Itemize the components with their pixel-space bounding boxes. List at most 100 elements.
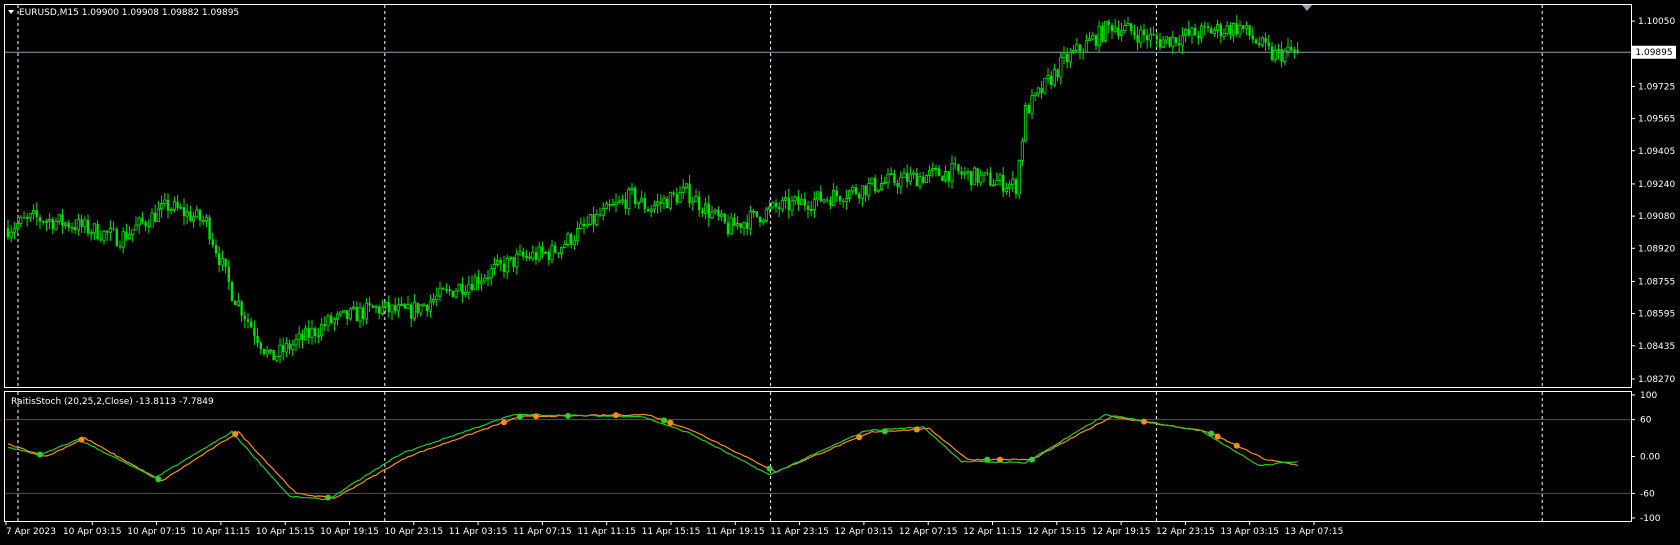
candle-body bbox=[723, 213, 726, 223]
price-tick-label: 1.09565 bbox=[1638, 115, 1675, 125]
stoch-signal-dot bbox=[232, 430, 239, 437]
candle-body bbox=[922, 176, 925, 183]
candle-body bbox=[537, 246, 541, 261]
candle-body bbox=[1097, 25, 1101, 47]
candle-body bbox=[12, 228, 16, 233]
candle-body bbox=[684, 183, 689, 188]
candle-body bbox=[108, 228, 112, 234]
candle-body bbox=[867, 183, 871, 196]
candle-body bbox=[838, 196, 842, 201]
candle-body bbox=[1130, 23, 1133, 32]
candle-body bbox=[307, 328, 310, 338]
candle-body bbox=[634, 188, 637, 204]
candle-body bbox=[883, 182, 887, 184]
candle-body bbox=[348, 308, 353, 320]
candle-body bbox=[1030, 95, 1034, 114]
candle-body bbox=[966, 170, 970, 174]
price-tick-label: 1.08920 bbox=[1638, 244, 1675, 254]
stoch-signal-dot bbox=[1141, 418, 1147, 425]
candle-body bbox=[733, 217, 736, 226]
candle-body bbox=[442, 288, 445, 290]
candle-body bbox=[640, 197, 644, 203]
candle-body bbox=[61, 214, 64, 226]
candle-body bbox=[477, 276, 480, 284]
candle-body bbox=[330, 315, 333, 323]
candle-body bbox=[742, 222, 746, 229]
stoch-signal-dot bbox=[155, 476, 162, 483]
candle-body bbox=[272, 349, 275, 361]
candle-body bbox=[426, 304, 429, 312]
candle-body bbox=[172, 201, 176, 210]
candle-body bbox=[1011, 179, 1015, 185]
price-tick-label: 1.08435 bbox=[1638, 342, 1675, 352]
candle-body bbox=[358, 307, 362, 322]
candle-body bbox=[870, 177, 874, 184]
stoch-signal-dot bbox=[881, 428, 888, 435]
candle-body bbox=[963, 172, 967, 175]
candle-body bbox=[1158, 39, 1162, 48]
candle-body bbox=[874, 178, 877, 192]
candle-body bbox=[323, 324, 326, 326]
candle-body bbox=[1050, 75, 1053, 86]
candle-body bbox=[1036, 87, 1040, 94]
candle-body bbox=[826, 199, 829, 201]
candle-body bbox=[1225, 25, 1229, 34]
candle-body bbox=[387, 302, 390, 312]
candle-body bbox=[713, 209, 717, 213]
candle-body bbox=[230, 281, 234, 301]
candle-body bbox=[121, 231, 125, 248]
candle-body bbox=[717, 209, 720, 217]
candle-body bbox=[99, 239, 102, 241]
candle-body bbox=[585, 223, 589, 227]
candle-body bbox=[1210, 28, 1213, 34]
time-tick-label: 11 Apr 03:15 bbox=[449, 527, 508, 537]
candle-body bbox=[470, 284, 474, 290]
candle-body bbox=[419, 304, 423, 314]
price-tick-label: 1.08270 bbox=[1638, 375, 1675, 385]
time-tick-label: 11 Apr 15:15 bbox=[642, 527, 701, 537]
candle-body bbox=[198, 210, 202, 221]
candle-body bbox=[912, 172, 916, 175]
candle-body bbox=[406, 304, 410, 309]
candle-body bbox=[947, 171, 950, 182]
candle-body bbox=[1216, 24, 1220, 31]
candle-body bbox=[1286, 46, 1290, 52]
candle-body bbox=[301, 333, 304, 340]
candle-body bbox=[617, 200, 621, 203]
candle-body bbox=[691, 201, 695, 204]
candle-body bbox=[915, 173, 918, 187]
time-tick-label: 12 Apr 07:15 bbox=[899, 527, 958, 537]
candle-body bbox=[800, 198, 804, 205]
candle-body bbox=[522, 251, 525, 257]
candle-body bbox=[889, 173, 893, 175]
candle-body bbox=[86, 219, 90, 234]
candle-body bbox=[880, 182, 884, 191]
candle-body bbox=[864, 185, 867, 196]
candle-body bbox=[592, 214, 595, 225]
candle-body bbox=[1203, 25, 1206, 27]
candle-body bbox=[681, 187, 685, 193]
candle-body bbox=[876, 189, 881, 192]
candle-body bbox=[1296, 50, 1299, 53]
candle-body bbox=[1200, 25, 1204, 39]
candle-body bbox=[208, 217, 211, 240]
candle-body bbox=[1082, 51, 1085, 53]
candle-body bbox=[1283, 50, 1287, 62]
time-tick-label: 12 Apr 15:15 bbox=[1027, 527, 1086, 537]
candle-body bbox=[137, 217, 141, 226]
candle-body bbox=[346, 310, 349, 319]
candle-body bbox=[924, 174, 929, 184]
candle-body bbox=[54, 221, 58, 230]
candle-body bbox=[627, 188, 631, 210]
candle-body bbox=[112, 228, 115, 230]
candle-body bbox=[656, 201, 660, 206]
trading-chart[interactable]: 1.10050 1.09725 1.09565 1.09405 1.09240 1.090… bbox=[0, 0, 1680, 545]
candle-body bbox=[771, 202, 775, 208]
price-tick-label: 1.09725 bbox=[1638, 82, 1675, 92]
stoch-signal-dot bbox=[78, 436, 85, 443]
candle-body bbox=[899, 176, 903, 188]
candle-body bbox=[938, 168, 941, 177]
candle-body bbox=[886, 173, 890, 183]
candle-body bbox=[9, 231, 13, 238]
time-tick-label: 10 Apr 07:15 bbox=[127, 527, 186, 537]
